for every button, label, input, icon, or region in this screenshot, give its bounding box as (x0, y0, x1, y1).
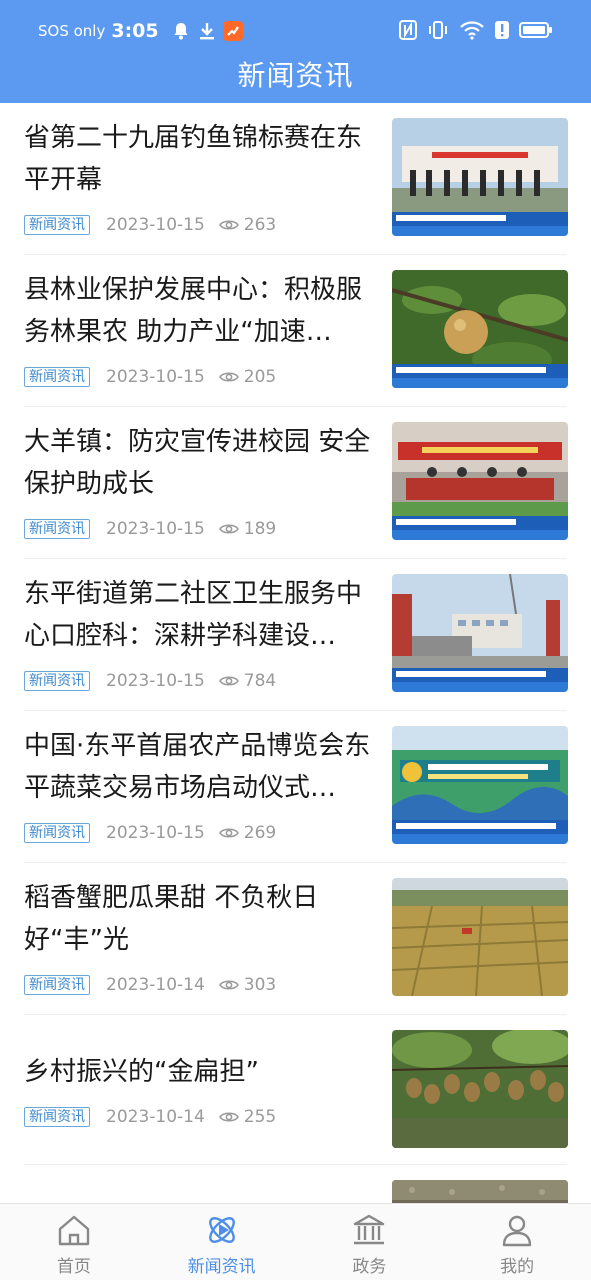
view-count-value: 189 (243, 519, 277, 539)
page-title: 新闻资讯 (237, 59, 354, 92)
eye-icon (218, 676, 239, 686)
category-tag: 新闻资讯 (24, 823, 90, 843)
publish-date: 2023-10-15 (106, 215, 205, 235)
view-count-value: 269 (243, 823, 277, 843)
category-tag: 新闻资讯 (24, 975, 90, 995)
tab-home[interactable]: 首页 (0, 1204, 148, 1280)
publish-date: 2023-10-15 (106, 823, 205, 843)
news-icon (208, 1217, 235, 1243)
news-thumbnail[interactable] (392, 574, 568, 692)
vibrate-icon (429, 21, 447, 39)
eye-icon (218, 980, 239, 990)
news-thumbnail[interactable] (392, 878, 568, 996)
wifi-icon (460, 21, 484, 40)
news-item[interactable]: 乡村振兴的“金扁担” 新闻资讯 2023-10-14 255 (0, 1015, 591, 1165)
sports-app-icon (222, 21, 243, 41)
publish-date: 2023-10-14 (106, 975, 205, 995)
news-item[interactable]: 大羊镇：防灾宣传进校园 安全保护助成长 新闻资讯 2023-10-15 189 (0, 407, 591, 559)
view-count-value: 205 (243, 367, 277, 387)
news-meta: 新闻资讯 2023-10-15 263 (24, 214, 276, 236)
news-title[interactable]: 中国·东平首届农产品博览会东平蔬菜交易市场启动仪式… (24, 725, 376, 809)
eye-icon (218, 220, 239, 230)
news-title[interactable]: 稻香蟹肥瓜果甜 不负秋日好“丰”光 (24, 877, 376, 961)
publish-date: 2023-10-15 (106, 367, 205, 387)
category-tag: 新闻资讯 (24, 367, 90, 387)
view-count-value: 263 (243, 215, 277, 235)
bottom-tab-bar: 首页 新闻资讯 政务 我的 (0, 1203, 591, 1280)
news-title[interactable]: 大羊镇：防灾宣传进校园 安全保护助成长 (24, 421, 376, 505)
app-header: SOS only 3:05 新闻资讯 (0, 0, 591, 103)
news-list[interactable]: 省第二十九届钓鱼锦标赛在东平开幕 新闻资讯 2023-10-15 263 县林业… (0, 103, 591, 1203)
publish-date: 2023-10-14 (106, 1107, 205, 1127)
government-icon (354, 1214, 385, 1245)
news-title[interactable]: 东平街道第二社区卫生服务中心口腔科：深耕学科建设… (24, 573, 376, 657)
news-thumbnail[interactable] (392, 422, 568, 540)
publish-date: 2023-10-15 (106, 671, 205, 691)
news-thumbnail[interactable] (392, 1030, 568, 1148)
news-thumbnail[interactable] (392, 1180, 568, 1203)
tab-label: 政务 (352, 1257, 387, 1277)
news-item[interactable]: 省第二十九届钓鱼锦标赛在东平开幕 新闻资讯 2023-10-15 263 (0, 103, 591, 255)
tab-label: 我的 (500, 1257, 535, 1277)
view-count: 255 (218, 1107, 277, 1127)
news-meta: 新闻资讯 2023-10-14 255 (24, 1106, 276, 1128)
view-count-value: 255 (243, 1107, 277, 1127)
nfc-icon (399, 20, 417, 40)
news-meta: 新闻资讯 2023-10-15 269 (24, 822, 276, 844)
category-tag: 新闻资讯 (24, 671, 90, 691)
news-thumbnail[interactable] (392, 270, 568, 388)
category-tag: 新闻资讯 (24, 1107, 90, 1127)
news-meta: 新闻资讯 2023-10-15 784 (24, 670, 276, 692)
download-icon (199, 23, 214, 40)
tab-label: 新闻资讯 (187, 1257, 256, 1277)
alert-icon (495, 21, 509, 39)
news-title[interactable]: 乡村振兴的“金扁担” (24, 1051, 376, 1093)
home-icon (58, 1215, 90, 1246)
bell-icon (174, 23, 188, 40)
tab-label: 首页 (56, 1257, 91, 1277)
eye-icon (218, 372, 239, 382)
news-meta: 新闻资讯 2023-10-15 205 (24, 366, 276, 388)
profile-icon (502, 1215, 532, 1247)
news-meta: 新闻资讯 2023-10-15 189 (24, 518, 276, 540)
view-count: 189 (218, 519, 277, 539)
news-item[interactable]: 县林业保护发展中心：积极服务林果农 助力产业“加速… 新闻资讯 2023-10-… (0, 255, 591, 407)
news-item[interactable]: 东平街道第二社区卫生服务中心口腔科：深耕学科建设… 新闻资讯 2023-10-1… (0, 559, 591, 711)
news-item[interactable]: 中国·东平首届农产品博览会东平蔬菜交易市场启动仪式… 新闻资讯 2023-10-… (0, 711, 591, 863)
view-count: 269 (218, 823, 277, 843)
news-meta: 新闻资讯 2023-10-14 303 (24, 974, 276, 996)
publish-date: 2023-10-15 (106, 519, 205, 539)
view-count: 303 (218, 975, 277, 995)
eye-icon (218, 1112, 239, 1122)
view-count-value: 784 (243, 671, 277, 691)
eye-icon (218, 828, 239, 838)
news-title[interactable]: 省第二十九届钓鱼锦标赛在东平开幕 (24, 117, 376, 201)
news-item[interactable] (0, 1165, 591, 1203)
view-count: 205 (218, 367, 277, 387)
view-count: 263 (218, 215, 277, 235)
tab-government[interactable]: 政务 (296, 1204, 444, 1280)
news-title[interactable]: 县林业保护发展中心：积极服务林果农 助力产业“加速… (24, 269, 376, 353)
eye-icon (218, 524, 239, 534)
battery-icon (519, 22, 552, 38)
news-thumbnail[interactable] (392, 726, 568, 844)
news-item[interactable]: 稻香蟹肥瓜果甜 不负秋日好“丰”光 新闻资讯 2023-10-14 303 (0, 863, 591, 1015)
clock: 3:05 (111, 20, 159, 42)
tab-news[interactable]: 新闻资讯 (148, 1204, 296, 1280)
view-count: 784 (218, 671, 277, 691)
category-tag: 新闻资讯 (24, 519, 90, 539)
category-tag: 新闻资讯 (24, 215, 90, 235)
view-count-value: 303 (243, 975, 277, 995)
tab-profile[interactable]: 我的 (443, 1204, 591, 1280)
news-thumbnail[interactable] (392, 118, 568, 236)
network-status: SOS only (38, 22, 106, 40)
